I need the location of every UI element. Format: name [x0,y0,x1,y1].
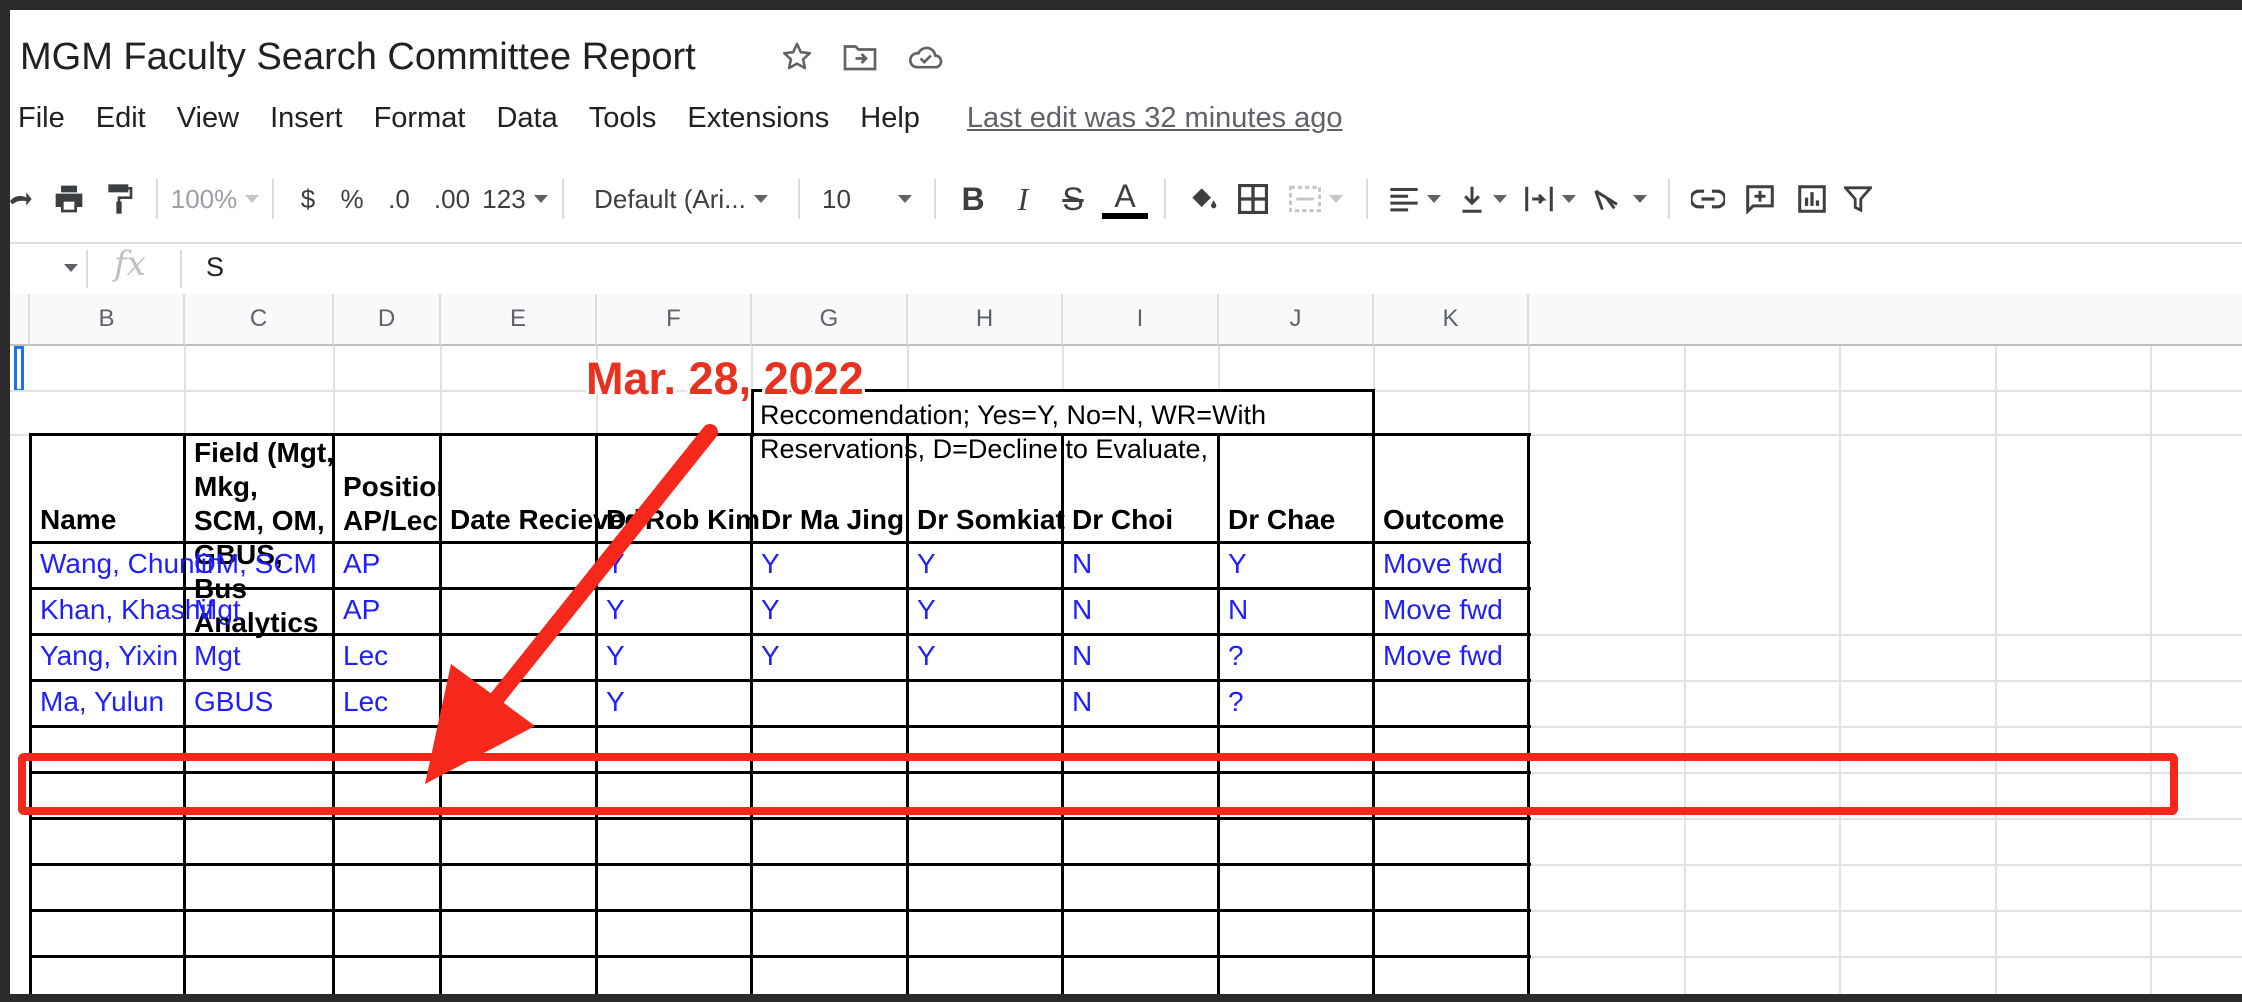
arrow-annotation [425,424,718,784]
